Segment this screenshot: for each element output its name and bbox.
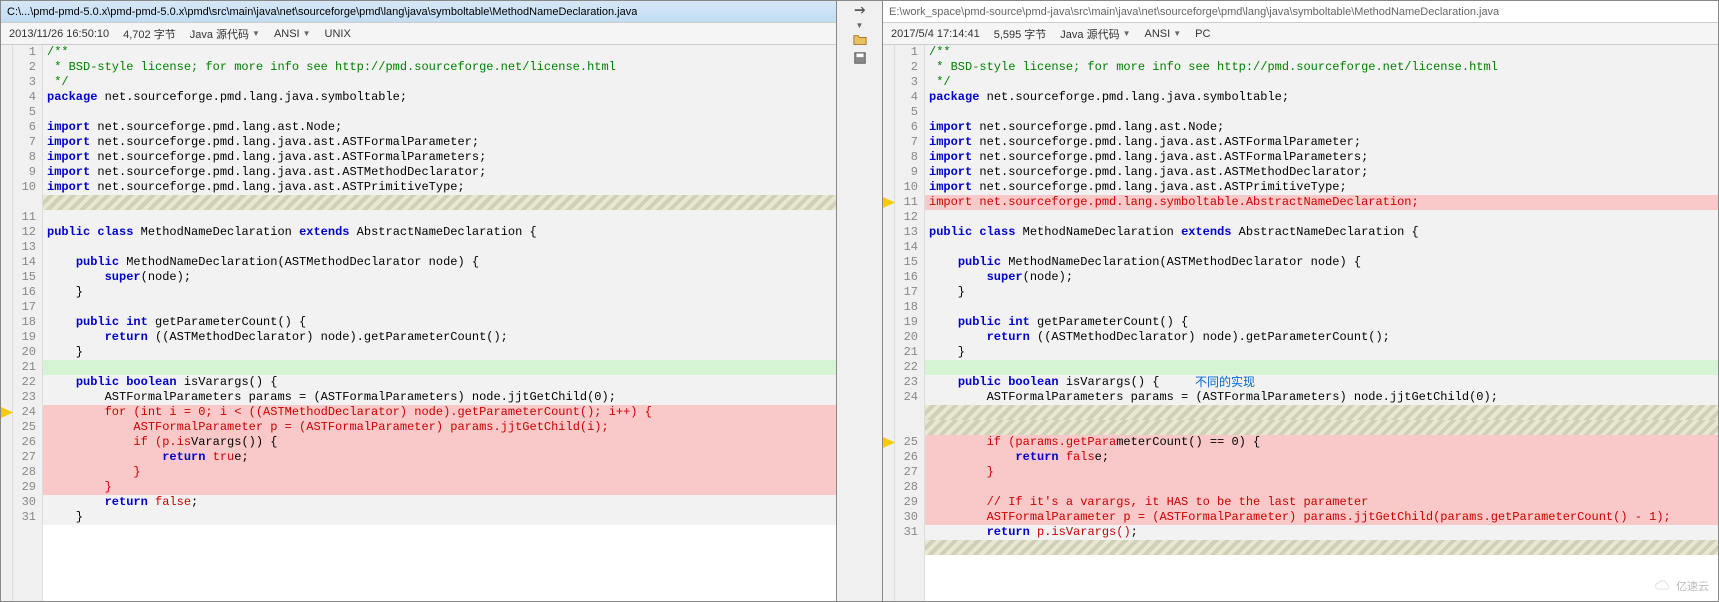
left-lang-dropdown[interactable]: Java 源代码▼ xyxy=(190,26,260,42)
right-code[interactable]: 不同的实现 /** * BSD-style license; for more … xyxy=(925,45,1718,601)
right-gutter: 1234567891011121314151617181920212223242… xyxy=(895,45,925,601)
folder-icon[interactable] xyxy=(852,32,868,48)
save-icon[interactable] xyxy=(852,50,868,66)
left-gutter: 1234567891011121314151617181920212223242… xyxy=(13,45,43,601)
chevron-down-icon: ▼ xyxy=(1173,29,1181,38)
chevron-down-icon[interactable]: ▼ xyxy=(856,21,864,30)
left-markers xyxy=(1,45,13,601)
left-info-bar: 2013/11/26 16:50:10 4,702 字节 Java 源代码▼ A… xyxy=(1,23,836,45)
right-path-bar[interactable]: E:\work_space\pmd-source\pmd-java\src\ma… xyxy=(883,1,1718,23)
right-enc-dropdown[interactable]: ANSI▼ xyxy=(1145,28,1182,40)
right-markers xyxy=(883,45,895,601)
right-info-bar: 2017/5/4 17:14:41 5,595 字节 Java 源代码▼ ANS… xyxy=(883,23,1718,45)
left-path: C:\...\pmd-pmd-5.0.x\pmd-pmd-5.0.x\pmd\s… xyxy=(7,6,637,18)
right-code-area[interactable]: 1234567891011121314151617181920212223242… xyxy=(883,45,1718,601)
chevron-down-icon: ▼ xyxy=(303,29,311,38)
right-date: 2017/5/4 17:14:41 xyxy=(891,28,980,40)
left-size: 4,702 字节 xyxy=(123,26,176,42)
diff-marker-icon[interactable] xyxy=(883,437,895,448)
left-code[interactable]: /** * BSD-style license; for more info s… xyxy=(43,45,836,601)
left-date: 2013/11/26 16:50:10 xyxy=(9,28,109,40)
left-enc-dropdown[interactable]: ANSI▼ xyxy=(274,28,311,40)
right-size: 5,595 字节 xyxy=(994,26,1047,42)
left-eol: UNIX xyxy=(325,28,351,40)
diff-marker-icon[interactable] xyxy=(1,407,13,418)
left-pane: C:\...\pmd-pmd-5.0.x\pmd-pmd-5.0.x\pmd\s… xyxy=(0,0,837,602)
left-code-area[interactable]: 1234567891011121314151617181920212223242… xyxy=(1,45,836,601)
right-pane: E:\work_space\pmd-source\pmd-java\src\ma… xyxy=(882,0,1719,602)
right-path: E:\work_space\pmd-source\pmd-java\src\ma… xyxy=(889,6,1499,18)
right-eol: PC xyxy=(1195,28,1210,40)
annotation-note: 不同的实现 xyxy=(1195,375,1255,390)
chevron-down-icon: ▼ xyxy=(1123,29,1131,38)
swap-arrow-icon[interactable] xyxy=(852,3,868,19)
center-toolbar: ▼ xyxy=(837,0,882,602)
right-lang-dropdown[interactable]: Java 源代码▼ xyxy=(1060,26,1130,42)
diff-marker-icon[interactable] xyxy=(883,197,895,208)
chevron-down-icon: ▼ xyxy=(252,29,260,38)
left-path-bar[interactable]: C:\...\pmd-pmd-5.0.x\pmd-pmd-5.0.x\pmd\s… xyxy=(1,1,836,23)
